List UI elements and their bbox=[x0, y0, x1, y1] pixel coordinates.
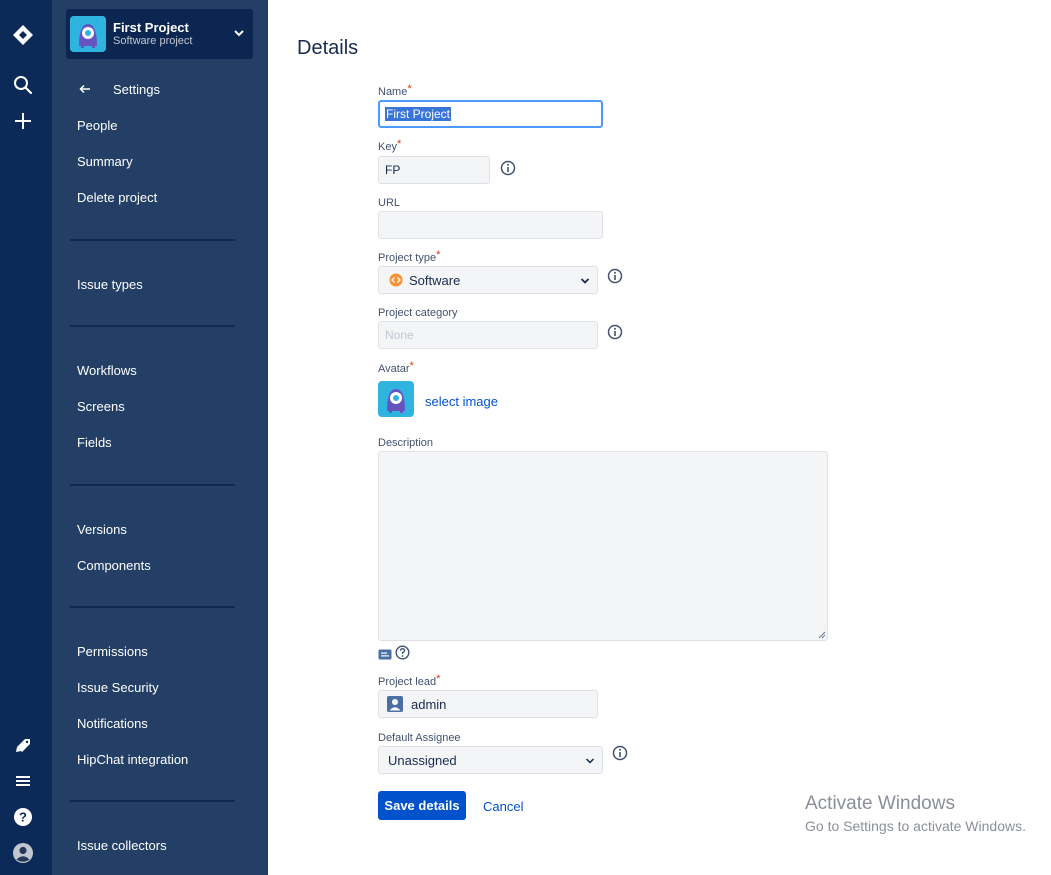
url-input[interactable] bbox=[378, 211, 603, 239]
default-assignee-label: Default Assignee bbox=[378, 732, 461, 744]
cancel-link[interactable]: Cancel bbox=[483, 799, 523, 814]
arrow-left-icon bbox=[79, 82, 93, 96]
project-category-value: None bbox=[385, 328, 414, 342]
chevron-down-icon bbox=[585, 758, 595, 764]
back-label: Settings bbox=[113, 81, 160, 97]
required-marker: * bbox=[409, 360, 414, 372]
software-project-type-icon bbox=[389, 273, 403, 287]
project-type: Software project bbox=[113, 35, 193, 47]
project-lead-value: admin bbox=[411, 696, 447, 712]
key-label: Key* bbox=[378, 138, 402, 153]
sidebar-item-issue-collectors[interactable]: Issue collectors bbox=[77, 838, 167, 853]
project-category-select[interactable]: None bbox=[378, 321, 598, 349]
sidebar-item-screens[interactable]: Screens bbox=[77, 399, 125, 414]
project-type-label-text: Project type bbox=[378, 252, 437, 264]
menu-icon[interactable] bbox=[12, 770, 34, 792]
project-avatar-preview[interactable] bbox=[378, 381, 414, 417]
info-icon[interactable] bbox=[607, 324, 623, 340]
user-avatar-icon bbox=[387, 696, 403, 712]
divider bbox=[70, 325, 235, 327]
sidebar-item-notifications[interactable]: Notifications bbox=[77, 716, 148, 731]
url-label: URL bbox=[378, 197, 401, 209]
project-lead-picker[interactable]: admin bbox=[378, 690, 598, 718]
help-icon[interactable]: ? bbox=[12, 806, 34, 828]
search-icon[interactable] bbox=[12, 74, 34, 96]
required-marker: * bbox=[436, 249, 441, 261]
create-icon[interactable] bbox=[12, 110, 34, 132]
page-title: Details bbox=[297, 37, 359, 59]
avatar-label-text: Avatar bbox=[378, 363, 410, 375]
name-label: Name* bbox=[378, 83, 412, 98]
svg-text:?: ? bbox=[19, 810, 27, 825]
name-label-text: Name bbox=[378, 86, 408, 98]
chevron-down-icon bbox=[580, 278, 590, 284]
sidebar-item-summary[interactable]: Summary bbox=[77, 154, 133, 169]
sidebar-item-components[interactable]: Components bbox=[77, 558, 151, 573]
name-input-value: First Project bbox=[385, 107, 452, 121]
project-lead-label-text: Project lead bbox=[378, 676, 437, 688]
description-label: Description bbox=[378, 437, 434, 449]
avatar-label: Avatar* bbox=[378, 360, 414, 375]
project-name: First Project bbox=[113, 20, 189, 35]
required-marker: * bbox=[396, 138, 402, 150]
sidebar-item-versions[interactable]: Versions bbox=[77, 522, 127, 537]
wiki-markup-icon[interactable] bbox=[378, 649, 392, 660]
sidebar-item-workflows[interactable]: Workflows bbox=[77, 363, 137, 378]
required-marker: * bbox=[436, 673, 441, 685]
project-sidebar: First Project Software project Settings … bbox=[52, 0, 268, 875]
divider bbox=[70, 606, 235, 608]
divider bbox=[70, 239, 235, 241]
divider bbox=[70, 484, 235, 486]
feedback-icon[interactable] bbox=[12, 734, 34, 756]
required-marker: * bbox=[407, 83, 412, 95]
sidebar-item-hipchat-integration[interactable]: HipChat integration bbox=[77, 752, 188, 767]
key-label-text: Key bbox=[378, 141, 397, 153]
sidebar-item-permissions[interactable]: Permissions bbox=[77, 644, 148, 659]
back-to-settings[interactable]: Settings bbox=[79, 80, 160, 98]
activate-windows-title: Activate Windows bbox=[805, 793, 955, 814]
default-assignee-select[interactable]: Unassigned bbox=[378, 746, 603, 774]
key-input[interactable]: FP bbox=[378, 156, 490, 184]
info-icon[interactable] bbox=[607, 268, 623, 284]
project-lead-label: Project lead* bbox=[378, 673, 441, 688]
chevron-down-icon bbox=[234, 30, 244, 37]
resize-handle-icon[interactable] bbox=[818, 631, 826, 639]
name-input[interactable]: First Project bbox=[378, 100, 603, 128]
info-icon[interactable] bbox=[612, 745, 628, 761]
select-image-link[interactable]: select image bbox=[425, 394, 498, 409]
project-type-label: Project type* bbox=[378, 249, 441, 264]
sidebar-item-issue-security[interactable]: Issue Security bbox=[77, 680, 159, 695]
project-avatar bbox=[70, 16, 106, 52]
project-type-select[interactable]: Software bbox=[378, 266, 598, 294]
save-details-button[interactable]: Save details bbox=[378, 791, 466, 820]
jira-logo-icon[interactable] bbox=[12, 24, 34, 46]
project-type-value: Software bbox=[409, 272, 461, 288]
divider bbox=[70, 800, 235, 802]
profile-icon[interactable] bbox=[12, 842, 34, 864]
key-input-value: FP bbox=[385, 163, 401, 177]
help-icon[interactable] bbox=[395, 645, 410, 660]
sidebar-item-people[interactable]: People bbox=[77, 118, 117, 133]
global-navigation-rail: ? bbox=[0, 0, 52, 875]
sidebar-item-fields[interactable]: Fields bbox=[77, 435, 112, 450]
activate-windows-subtitle: Go to Settings to activate Windows. bbox=[805, 818, 1026, 834]
description-textarea[interactable] bbox=[378, 451, 828, 641]
sidebar-item-delete-project[interactable]: Delete project bbox=[77, 190, 157, 205]
main-content: Details Name* First Project Key* FP URL … bbox=[268, 0, 1051, 875]
sidebar-item-issue-types[interactable]: Issue types bbox=[77, 277, 143, 292]
default-assignee-value: Unassigned bbox=[388, 752, 457, 768]
project-switcher[interactable]: First Project Software project bbox=[66, 9, 253, 59]
project-category-label: Project category bbox=[378, 307, 458, 319]
info-icon[interactable] bbox=[500, 160, 516, 176]
